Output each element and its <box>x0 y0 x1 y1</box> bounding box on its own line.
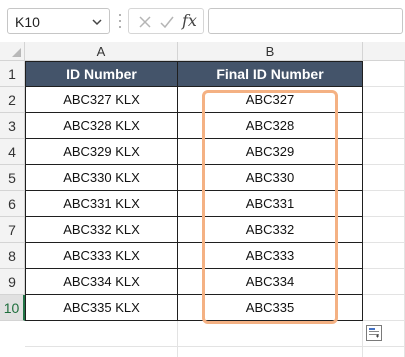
row-header-4[interactable]: 4 <box>0 139 25 165</box>
quick-analysis-icon[interactable] <box>366 325 382 341</box>
table-cell-id[interactable]: ABC335 KLX <box>25 295 178 321</box>
column-header-b[interactable]: B <box>178 42 363 61</box>
table-cell-final-id[interactable]: ABC332 <box>178 217 363 243</box>
formula-input[interactable] <box>208 8 403 34</box>
select-all-corner[interactable] <box>0 42 25 61</box>
row-header-1[interactable]: 1 <box>0 61 25 87</box>
name-box-value: K10 <box>15 14 40 30</box>
table-cell-id[interactable]: ABC330 KLX <box>25 165 178 191</box>
row-header-6[interactable]: 6 <box>0 191 25 217</box>
table-cell-id[interactable]: ABC327 KLX <box>25 87 178 113</box>
header-id-number[interactable]: ID Number <box>25 61 178 87</box>
table-cell-id[interactable]: ABC328 KLX <box>25 113 178 139</box>
cancel-icon[interactable] <box>137 14 153 30</box>
table-cell-id[interactable]: ABC329 KLX <box>25 139 178 165</box>
name-box[interactable]: K10 <box>7 8 110 34</box>
row-header-5[interactable]: 5 <box>0 165 25 191</box>
table-cell-final-id[interactable]: ABC335 <box>178 295 363 321</box>
row-header-3[interactable]: 3 <box>0 113 25 139</box>
table-cell-id[interactable]: ABC331 KLX <box>25 191 178 217</box>
table-cell-id[interactable]: ABC334 KLX <box>25 269 178 295</box>
row-header-7[interactable]: 7 <box>0 217 25 243</box>
table-cell-id[interactable]: ABC332 KLX <box>25 217 178 243</box>
table-cell-final-id[interactable]: ABC328 <box>178 113 363 139</box>
table-cell-id[interactable]: ABC333 KLX <box>25 243 178 269</box>
table-cell-final-id[interactable]: ABC330 <box>178 165 363 191</box>
table-cell-final-id[interactable]: ABC329 <box>178 139 363 165</box>
chevron-down-icon[interactable] <box>91 16 103 28</box>
row-header-10[interactable]: 10 <box>0 295 25 321</box>
table-cell-final-id[interactable]: ABC331 <box>178 191 363 217</box>
row-header-2[interactable]: 2 <box>0 87 25 113</box>
row-header-9[interactable]: 9 <box>0 269 25 295</box>
row-header-8[interactable]: 8 <box>0 243 25 269</box>
column-header-a[interactable]: A <box>25 42 178 61</box>
table-cell-final-id[interactable]: ABC334 <box>178 269 363 295</box>
drag-handle-icon[interactable] <box>118 12 122 30</box>
formula-bar: K10 fx <box>0 0 405 42</box>
check-icon[interactable] <box>159 14 175 30</box>
header-final-id-number[interactable]: Final ID Number <box>178 61 363 87</box>
insert-function-icon[interactable]: fx <box>182 11 197 30</box>
table-cell-final-id[interactable]: ABC333 <box>178 243 363 269</box>
table-cell-final-id[interactable]: ABC327 <box>178 87 363 113</box>
formula-buttons: fx <box>128 8 204 34</box>
column-header-c[interactable] <box>363 42 405 61</box>
